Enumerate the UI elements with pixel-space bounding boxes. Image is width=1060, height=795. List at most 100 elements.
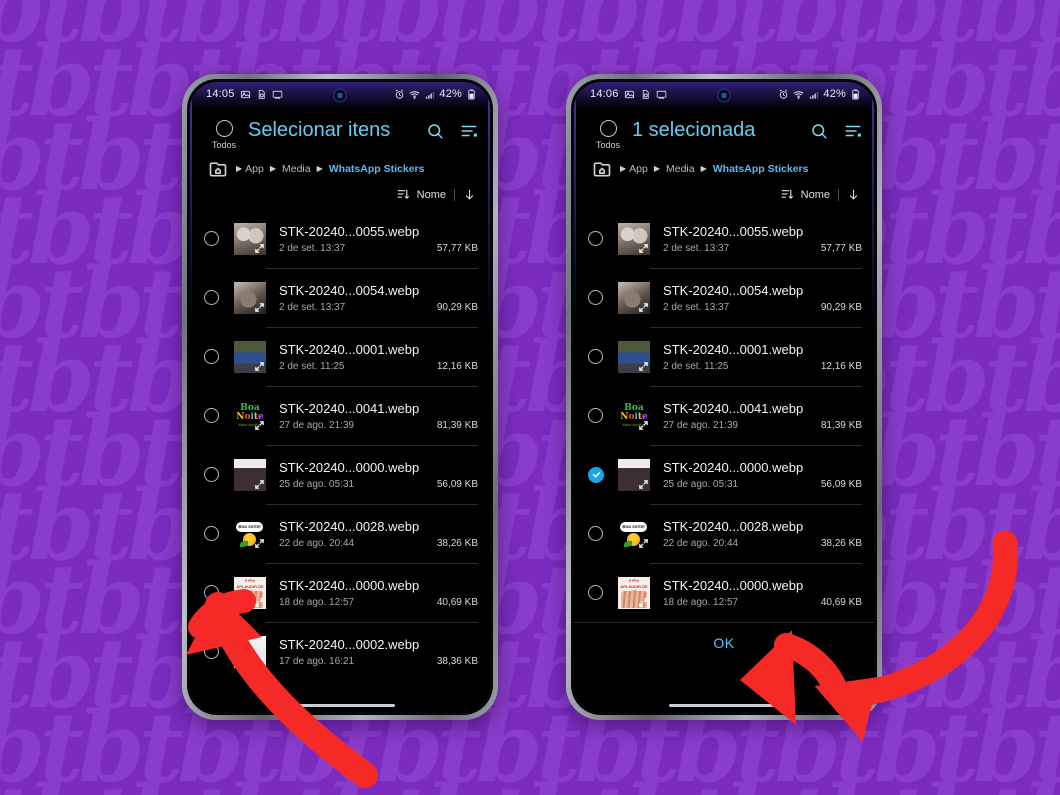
- home-indicator[interactable]: [285, 704, 395, 707]
- sticker-line-1: É PRA: [245, 578, 255, 583]
- status-bar-clock: 14:05: [206, 88, 235, 100]
- file-checkbox[interactable]: [588, 526, 618, 541]
- sim-icon: [256, 89, 267, 100]
- view-list-button[interactable]: [844, 122, 862, 140]
- file-name: STK-20240...0000.webp: [279, 577, 420, 593]
- file-subline: 2 de set. 13:37 57,77 KB: [279, 243, 478, 254]
- file-row[interactable]: STK-20240...0000.webp 25 de ago. 05:31 56,…: [574, 445, 874, 504]
- search-button[interactable]: [426, 122, 444, 140]
- breadcrumb-item-2[interactable]: WhatsApp Stickers: [329, 163, 425, 175]
- file-size: 57,77 KB: [820, 242, 862, 254]
- checkbox-unchecked[interactable]: [204, 290, 219, 305]
- file-date: 27 de ago. 21:39: [663, 419, 739, 431]
- file-row[interactable]: É PRAAPLAUDIR DE PÉ STK-20240...0000.webp…: [190, 563, 490, 622]
- checkbox-unchecked[interactable]: [204, 349, 219, 364]
- file-size: 12,16 KB: [820, 360, 862, 372]
- file-subline: 18 de ago. 12:57 40,69 KB: [663, 597, 862, 608]
- file-checkbox[interactable]: [588, 408, 618, 423]
- checkbox-unchecked[interactable]: [204, 231, 219, 246]
- breadcrumb-item-1[interactable]: Media: [282, 163, 311, 175]
- file-row[interactable]: STK-20240...0002.webp 17 de ago. 16:21 38,…: [190, 622, 490, 681]
- sticker-leaf: [624, 540, 632, 547]
- checkbox-unchecked[interactable]: [588, 585, 603, 600]
- watermark-row: tbtbtbtbtbtbtbtbtbtbtbtbtbtbtb: [0, 173, 1060, 286]
- checkbox-unchecked[interactable]: [588, 349, 603, 364]
- select-all-label: Todos: [595, 140, 621, 150]
- file-checkbox[interactable]: [204, 644, 234, 659]
- arrow-down-icon[interactable]: [463, 188, 476, 201]
- file-size: 38,26 KB: [820, 537, 862, 549]
- file-row[interactable]: Boa Noite bons sonhos STK-20240...0041.webp…: [190, 386, 490, 445]
- checkbox-unchecked[interactable]: [204, 467, 219, 482]
- file-checkbox[interactable]: [588, 585, 618, 600]
- search-button[interactable]: [810, 122, 828, 140]
- home-indicator[interactable]: [669, 704, 779, 707]
- phone-left-bezel: 14:05 42% Todos Selecionar itens ▶ App ▶ Media ▶…: [187, 79, 493, 715]
- file-size: 90,29 KB: [820, 301, 862, 313]
- alarm-icon: [778, 89, 789, 100]
- file-meta: STK-20240...0002.webp 17 de ago. 16:21 38,…: [279, 637, 478, 667]
- file-thumbnail: [618, 222, 650, 255]
- view-list-button[interactable]: [460, 122, 478, 140]
- file-row[interactable]: STK-20240...0000.webp 25 de ago. 05:31 56,…: [190, 445, 490, 504]
- file-row[interactable]: STK-20240...0055.webp 2 de set. 13:37 57,7…: [190, 209, 490, 268]
- select-all-control[interactable]: Todos: [588, 118, 628, 150]
- sort-label[interactable]: Nome: [417, 189, 446, 201]
- file-checkbox[interactable]: [204, 585, 234, 600]
- file-checkbox[interactable]: [204, 408, 234, 423]
- checkbox-checked[interactable]: [588, 466, 604, 483]
- file-checkbox[interactable]: [588, 349, 618, 364]
- home-folder-icon[interactable]: [592, 159, 614, 178]
- file-checkbox[interactable]: [204, 526, 234, 541]
- file-row[interactable]: STK-20240...0054.webp 2 de set. 13:37 90,2…: [574, 268, 874, 327]
- file-date: 22 de ago. 20:44: [279, 537, 355, 549]
- select-all-control[interactable]: Todos: [204, 118, 244, 150]
- checkbox-unchecked[interactable]: [588, 231, 603, 246]
- file-subline: 22 de ago. 20:44 38,26 KB: [663, 538, 862, 549]
- file-name: STK-20240...0054.webp: [279, 282, 420, 298]
- checkbox-unchecked[interactable]: [204, 408, 219, 423]
- file-row[interactable]: Boa sorte! STK-20240...0028.webp 22 de ago…: [574, 504, 874, 563]
- file-checkbox[interactable]: [204, 231, 234, 246]
- breadcrumb-item-1[interactable]: Media: [666, 163, 695, 175]
- status-bar-clock: 14:06: [590, 88, 619, 100]
- file-row[interactable]: Boa sorte! STK-20240...0028.webp 22 de ago…: [190, 504, 490, 563]
- file-size: 81,39 KB: [436, 419, 478, 431]
- home-folder-icon[interactable]: [208, 159, 230, 178]
- file-row[interactable]: É PRAAPLAUDIR DE PÉ STK-20240...0000.webp…: [574, 563, 874, 622]
- file-row[interactable]: STK-20240...0001.webp 2 de set. 11:25 12,1…: [190, 327, 490, 386]
- file-checkbox[interactable]: [204, 290, 234, 305]
- checkbox-unchecked[interactable]: [204, 644, 219, 659]
- breadcrumb-item-2[interactable]: WhatsApp Stickers: [713, 163, 809, 175]
- file-checkbox[interactable]: [588, 231, 618, 246]
- checkbox-unchecked[interactable]: [204, 585, 219, 600]
- file-manager-app: 14:05 42% Todos Selecionar itens ▶ App ▶ Media ▶…: [190, 82, 490, 707]
- page-title: 1 selecionada: [632, 119, 756, 141]
- file-row[interactable]: STK-20240...0055.webp 2 de set. 13:37 57,7…: [574, 209, 874, 268]
- checkbox-unchecked[interactable]: [588, 408, 603, 423]
- ok-button[interactable]: OK: [574, 622, 874, 662]
- file-row[interactable]: Boa Noite bons sonhos STK-20240...0041.webp…: [574, 386, 874, 445]
- file-checkbox[interactable]: [588, 466, 618, 483]
- select-all-radio[interactable]: [215, 120, 233, 137]
- sort-icon[interactable]: [396, 188, 409, 201]
- arrow-down-icon[interactable]: [847, 188, 860, 201]
- file-row[interactable]: STK-20240...0001.webp 2 de set. 11:25 12,1…: [574, 327, 874, 386]
- file-checkbox[interactable]: [204, 349, 234, 364]
- checkbox-unchecked[interactable]: [588, 526, 603, 541]
- breadcrumb-item-0[interactable]: App: [629, 163, 648, 175]
- file-date: 25 de ago. 05:31: [663, 478, 739, 490]
- file-checkbox[interactable]: [204, 467, 234, 482]
- navigation-bar: [574, 704, 874, 707]
- select-all-radio[interactable]: [599, 120, 617, 137]
- sort-icon[interactable]: [780, 188, 793, 201]
- breadcrumb-item-0[interactable]: App: [245, 163, 264, 175]
- sort-label[interactable]: Nome: [801, 189, 830, 201]
- file-row[interactable]: STK-20240...0054.webp 2 de set. 13:37 90,2…: [190, 268, 490, 327]
- phone-right: 14:06 42% Todos 1 selecionada ▶ App ▶ Media ▶ Wha…: [566, 74, 882, 720]
- background-watermark: tbtbtbtbtbtbtbtbtbtbtbtbtbtbtbtbtbtbtbtb…: [0, 0, 1060, 795]
- file-checkbox[interactable]: [588, 290, 618, 305]
- checkbox-unchecked[interactable]: [204, 526, 219, 541]
- file-thumbnail: Boa Noite bons sonhos: [618, 399, 650, 432]
- checkbox-unchecked[interactable]: [588, 290, 603, 305]
